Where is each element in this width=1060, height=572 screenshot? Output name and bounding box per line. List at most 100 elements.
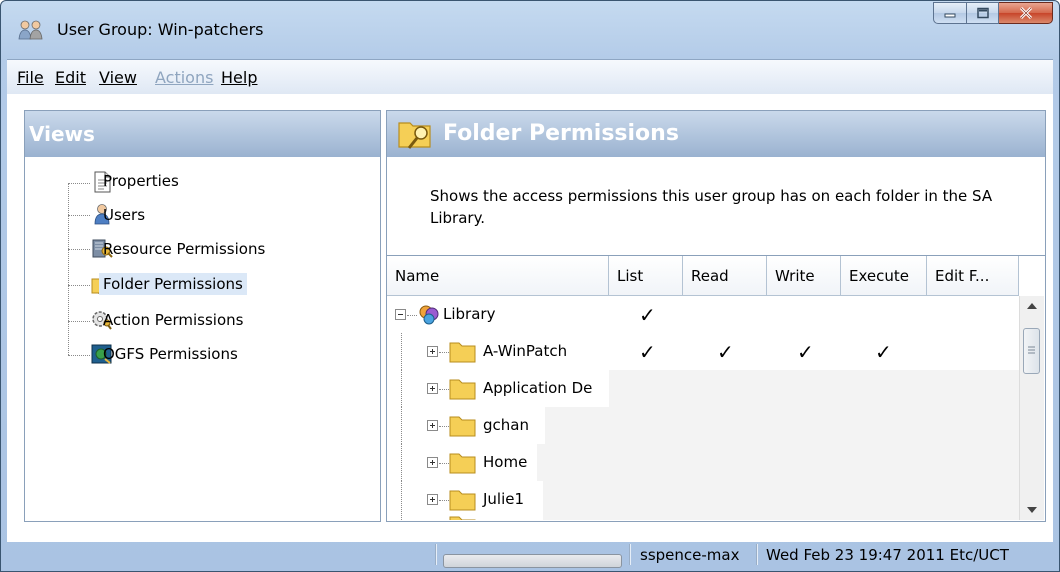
execute-check: ✓: [875, 340, 892, 364]
expand-icon[interactable]: [427, 420, 439, 432]
scroll-down-icon: [1027, 507, 1037, 513]
tree-connector: [439, 426, 449, 427]
vertical-scrollbar[interactable]: [1019, 296, 1044, 520]
tree-connector: [439, 500, 449, 501]
col-header-execute-label: Execute: [849, 267, 909, 285]
col-header-name[interactable]: Name: [387, 256, 609, 296]
col-header-list-label: List: [617, 267, 644, 285]
expand-icon[interactable]: [427, 346, 439, 358]
tree-connector: [401, 370, 402, 407]
minimize-icon: [944, 13, 956, 18]
status-separator: [435, 544, 437, 565]
panel-header: Folder Permissions: [387, 111, 1045, 157]
folder-icon: [449, 453, 476, 474]
expand-icon[interactable]: [427, 494, 439, 506]
tree-connector: [68, 249, 90, 250]
window-title: User Group: Win-patchers: [57, 20, 264, 39]
views-item-users[interactable]: Users: [99, 204, 149, 226]
menu-edit[interactable]: Edit: [55, 68, 86, 87]
tree-connector: [401, 333, 402, 370]
scroll-down-button[interactable]: [1020, 500, 1044, 520]
table-row[interactable]: Julie1: [387, 481, 1019, 520]
menu-actions-label: Actions: [155, 68, 214, 87]
table-row[interactable]: A-WinPatch ✓ ✓ ✓ ✓: [387, 333, 1019, 370]
col-header-write[interactable]: Write: [767, 256, 841, 296]
col-header-list[interactable]: List: [609, 256, 683, 296]
tree-connector: [439, 389, 449, 390]
tree-connector: [68, 183, 90, 184]
status-datetime: Wed Feb 23 19:47 2011 Etc/UCT: [766, 546, 1009, 564]
grip-icon: [1028, 346, 1035, 354]
menu-edit-label: Edit: [55, 68, 86, 87]
menu-help-label: Help: [221, 68, 258, 87]
status-separator: [756, 544, 758, 565]
scroll-thumb[interactable]: [1023, 328, 1040, 374]
menu-bar: File Edit View Actions Help: [7, 59, 1053, 95]
folder-icon: [449, 516, 476, 520]
menu-help[interactable]: Help: [221, 68, 257, 87]
tree-connector: [407, 315, 417, 316]
table-row[interactable]: Application De: [387, 370, 1019, 407]
folder-key-icon: [398, 122, 431, 149]
folder-icon: [449, 379, 476, 400]
row-name: Application De: [483, 379, 593, 397]
views-header: Views: [25, 111, 380, 157]
row-name: Library: [443, 305, 496, 323]
col-header-edit-label: Edit F...: [935, 267, 990, 285]
title-bar[interactable]: User Group: Win-patchers: [1, 1, 1059, 59]
folder-icon: [449, 490, 476, 511]
expand-icon[interactable]: [427, 383, 439, 395]
panel-title: Folder Permissions: [443, 121, 679, 146]
views-item-folder-permissions[interactable]: Folder Permissions: [99, 273, 247, 295]
views-item-ogfs-permissions[interactable]: OGFS Permissions: [99, 343, 242, 365]
tree-connector: [401, 444, 402, 481]
tree-connector: [68, 183, 69, 355]
list-check: ✓: [639, 340, 656, 364]
panel-description: Shows the access permissions this user g…: [430, 187, 993, 227]
views-item-action-permissions[interactable]: Action Permissions: [99, 309, 247, 331]
col-header-execute[interactable]: Execute: [841, 256, 927, 296]
col-header-name-label: Name: [395, 267, 440, 285]
views-item-resource-permissions[interactable]: Resource Permissions: [99, 238, 269, 260]
tree-connector: [68, 355, 90, 356]
row-name: gchan: [483, 416, 529, 434]
close-button[interactable]: [999, 2, 1053, 24]
tree-connector: [68, 285, 90, 286]
col-header-read-label: Read: [691, 267, 729, 285]
write-check: ✓: [797, 340, 814, 364]
tree-connector: [401, 407, 402, 444]
views-item-properties[interactable]: Properties: [99, 170, 183, 192]
col-header-edit[interactable]: Edit F...: [927, 256, 1019, 296]
scroll-up-button[interactable]: [1020, 296, 1044, 316]
row-name: Home: [483, 453, 528, 471]
collapse-icon[interactable]: [395, 309, 407, 321]
row-name: Julie1: [483, 490, 525, 508]
table-row[interactable]: gchan: [387, 407, 1019, 444]
menu-file-label: File: [17, 68, 44, 87]
permissions-table: Name List Read Write Execute Edit F... L…: [387, 255, 1045, 522]
menu-file[interactable]: File: [17, 68, 44, 87]
scroll-up-icon: [1027, 303, 1037, 309]
tree-connector: [401, 481, 402, 520]
library-icon: [419, 305, 439, 325]
maximize-button[interactable]: [967, 2, 999, 24]
status-user: sspence-max: [640, 546, 740, 564]
progress-bar: [443, 554, 622, 568]
col-header-write-label: Write: [775, 267, 815, 285]
list-check: ✓: [639, 303, 656, 327]
col-header-read[interactable]: Read: [683, 256, 767, 296]
status-separator: [629, 544, 631, 565]
menu-view[interactable]: View: [99, 68, 137, 87]
views-title: Views: [29, 122, 95, 146]
caption-buttons: [933, 2, 1053, 24]
user-group-icon: [18, 20, 43, 40]
menu-actions[interactable]: Actions: [155, 68, 213, 87]
table-row[interactable]: Home: [387, 444, 1019, 481]
folder-icon: [449, 342, 476, 363]
expand-icon[interactable]: [427, 457, 439, 469]
table-row[interactable]: Library ✓: [387, 296, 1019, 333]
close-icon: [1019, 6, 1032, 20]
tree-connector: [439, 352, 449, 353]
minimize-button[interactable]: [933, 2, 967, 24]
folder-icon: [449, 416, 476, 437]
